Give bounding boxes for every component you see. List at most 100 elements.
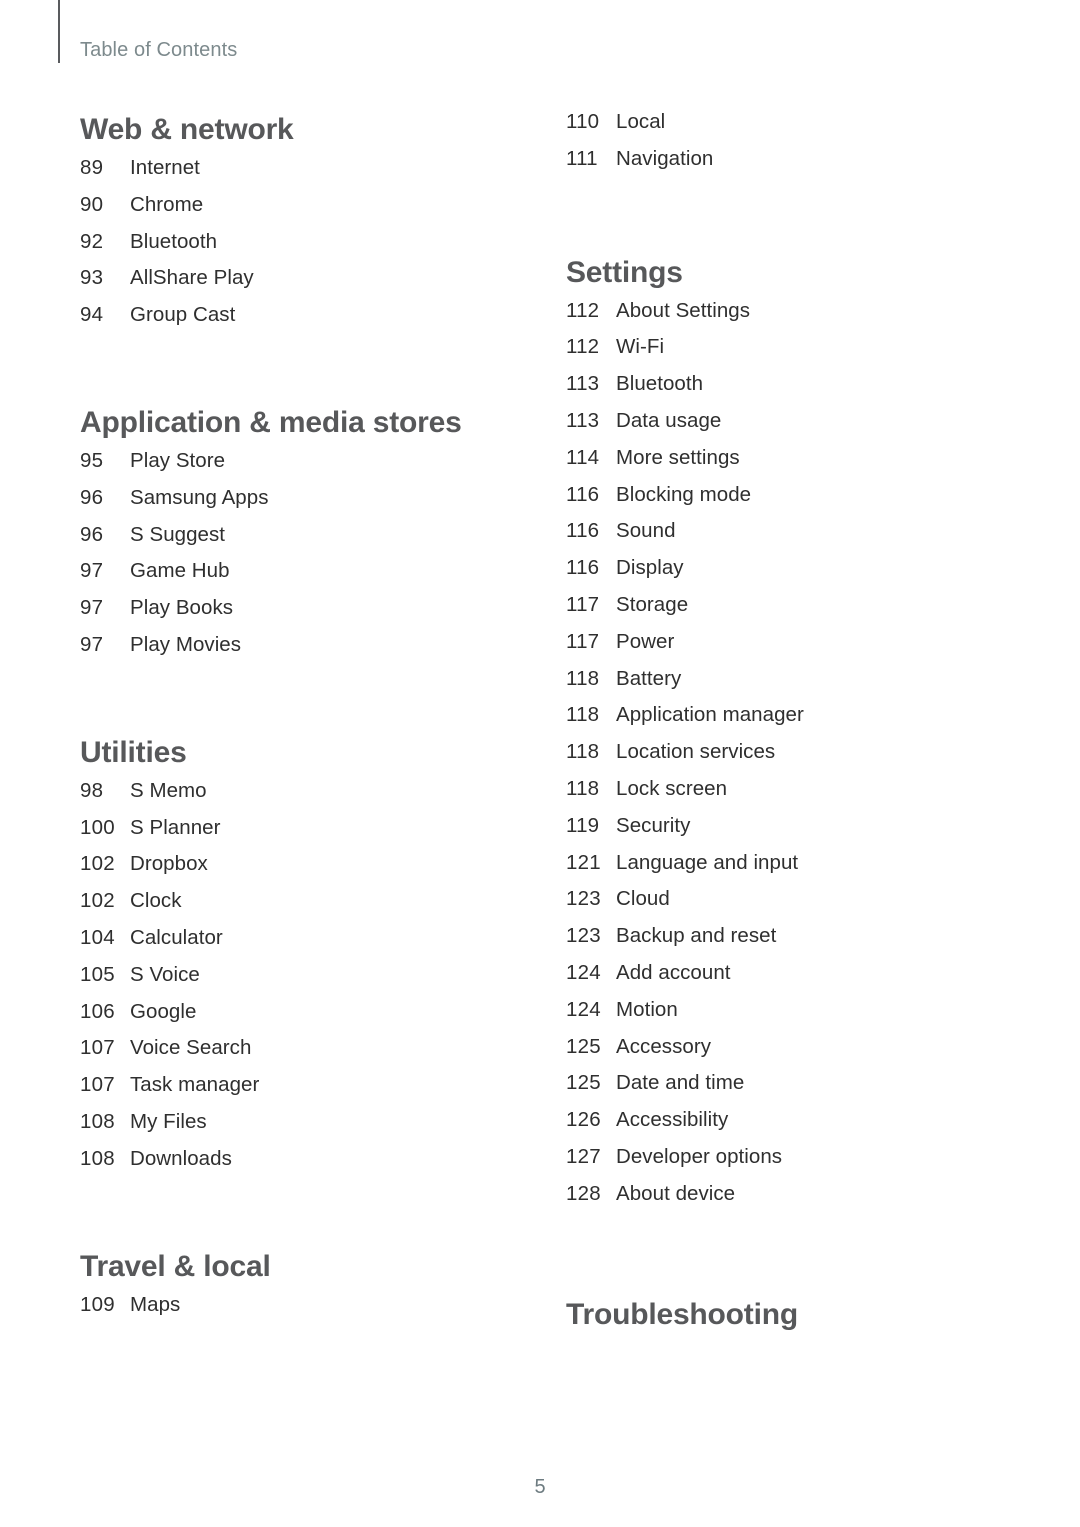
toc-entry[interactable]: 124 Motion [566,998,996,1035]
toc-section-heading: Settings [566,255,683,289]
toc-entry-page: 89 [80,156,104,179]
toc-entry-label: Add account [616,960,731,984]
toc-section: Troubleshooting [566,1295,996,1335]
toc-entry[interactable]: 107 Voice Search [80,1036,510,1073]
toc-entry[interactable]: 123 Cloud [566,887,996,924]
toc-entry[interactable]: 93 AllShare Play [80,266,510,303]
toc-entry[interactable]: 102 Dropbox [80,852,510,889]
toc-entry[interactable]: 98 S Memo [80,779,510,816]
toc-entry-label: Group Cast [130,303,236,327]
toc-entry[interactable]: 113 Data usage [566,409,996,446]
toc-entry-page: 109 [80,1292,115,1316]
toc-entry[interactable]: 112 About Settings [566,299,996,336]
toc-entry-page: 123 [566,887,601,911]
toc-entry[interactable]: 127 Developer options [566,1145,996,1182]
toc-entry-page: 124 [566,960,601,984]
toc-entry-page: 116 [566,482,600,506]
toc-section-heading: Troubleshooting [566,1297,798,1331]
toc-entry-page: 94 [80,303,104,327]
toc-entry-label: Application manager [616,703,804,727]
toc-entry[interactable]: 116 Sound [566,519,996,556]
toc-entry-label: Battery [616,666,682,690]
toc-entry-label: Date and time [616,1071,745,1095]
toc-entry[interactable]: 114 More settings [566,446,996,483]
toc-entry[interactable]: 108 My Files [80,1110,510,1147]
toc-entry-label: Location services [616,740,776,764]
toc-entry-page: 107 [80,1036,115,1060]
toc-entry[interactable]: 116 Blocking mode [566,483,996,520]
toc-entry[interactable]: 92 Bluetooth [80,230,510,267]
toc-section: Utilities 98 S Memo 100 S Planner 102 Dropbox 1… [80,733,510,1184]
toc-entry[interactable]: 121 Language and input [566,851,996,888]
toc-entry-page: 95 [80,448,104,472]
toc-entry-label: Internet [130,156,200,179]
toc-entry[interactable]: 105 S Voice [80,963,510,1000]
toc-entry-page: 118 [566,703,600,727]
toc-entry[interactable]: 112 Wi-Fi [566,335,996,372]
toc-entry-label: Lock screen [616,776,728,800]
toc-entry-label: Display [616,556,684,580]
toc-entry[interactable]: 111 Navigation [566,147,996,184]
toc-entry[interactable]: 106 Google [80,1000,510,1037]
toc-entry[interactable]: 89 Internet [80,156,510,193]
toc-entry-page: 108 [80,1146,115,1170]
toc-entry[interactable]: 108 Downloads [80,1147,510,1184]
toc-entry-label: Dropbox [130,852,208,876]
toc-entry-page: 108 [80,1109,115,1133]
toc-entry[interactable]: 102 Clock [80,889,510,926]
toc-entry[interactable]: 109 Maps [80,1293,510,1330]
toc-entry-page: 92 [80,229,104,253]
toc-entry-label: Play Store [130,448,226,472]
toc-entry[interactable]: 94 Group Cast [80,303,510,340]
toc-entry[interactable]: 97 Game Hub [80,559,510,596]
toc-entry-label: Chrome [130,192,204,216]
toc-entry-page: 125 [566,1071,601,1095]
toc-entry[interactable]: 95 Play Store [80,449,510,486]
toc-entry[interactable]: 113 Bluetooth [566,372,996,409]
toc-entry[interactable]: 124 Add account [566,961,996,998]
toc-entry[interactable]: 107 Task manager [80,1073,510,1110]
toc-entry[interactable]: 125 Accessory [566,1035,996,1072]
toc-entry-label: Power [616,629,675,653]
toc-entry-page: 116 [566,556,600,580]
toc-entry-label: About device [616,1181,736,1205]
toc-section: Travel & local 109 Maps [80,1247,510,1330]
toc-entry-page: 127 [566,1144,601,1168]
toc-entry[interactable]: 128 About device [566,1182,996,1219]
toc-entry-page: 123 [566,924,601,948]
toc-entry[interactable]: 96 Samsung Apps [80,486,510,523]
toc-entry-page: 106 [80,999,115,1023]
toc-entry[interactable]: 117 Storage [566,593,996,630]
toc-entry[interactable]: 117 Power [566,630,996,667]
toc-entry[interactable]: 100 S Planner [80,816,510,853]
toc-entry[interactable]: 118 Battery [566,667,996,704]
toc-entry[interactable]: 118 Location services [566,740,996,777]
toc-entry[interactable]: 119 Security [566,814,996,851]
toc-entry-list: 109 Maps [80,1293,510,1330]
toc-entry-label: Wi-Fi [616,335,665,359]
toc-entry[interactable]: 118 Application manager [566,703,996,740]
toc-entry[interactable]: 123 Backup and reset [566,924,996,961]
toc-entry-page: 97 [80,596,104,620]
toc-entry-page: 104 [80,925,115,949]
toc-entry[interactable]: 90 Chrome [80,193,510,230]
toc-entry-label: Data usage [616,408,722,432]
toc-entry[interactable]: 97 Play Books [80,596,510,633]
toc-entry-label: Blocking mode [616,482,752,506]
toc-entry-label: Samsung Apps [130,485,269,509]
toc-entry-label: Language and input [616,850,799,874]
toc-entry[interactable]: 116 Display [566,556,996,593]
toc-entry-page: 112 [566,335,600,359]
toc-entry-list: 89 Internet 90 Chrome 92 Bluetooth 93 AllShare … [80,156,510,340]
toc-entry[interactable]: 96 S Suggest [80,523,510,560]
toc-entry[interactable]: 118 Lock screen [566,777,996,814]
toc-entry[interactable]: 104 Calculator [80,926,510,963]
toc-entry[interactable]: 126 Accessibility [566,1108,996,1145]
toc-entry-label: About Settings [616,298,751,322]
toc-entry[interactable]: 97 Play Movies [80,633,510,670]
toc-entry[interactable]: 125 Date and time [566,1071,996,1108]
toc-entry[interactable]: 110 Local [566,110,996,147]
toc-entry-page: 117 [566,629,600,653]
toc-entry-page: 117 [566,592,600,616]
toc-entry-page: 111 [566,146,598,170]
